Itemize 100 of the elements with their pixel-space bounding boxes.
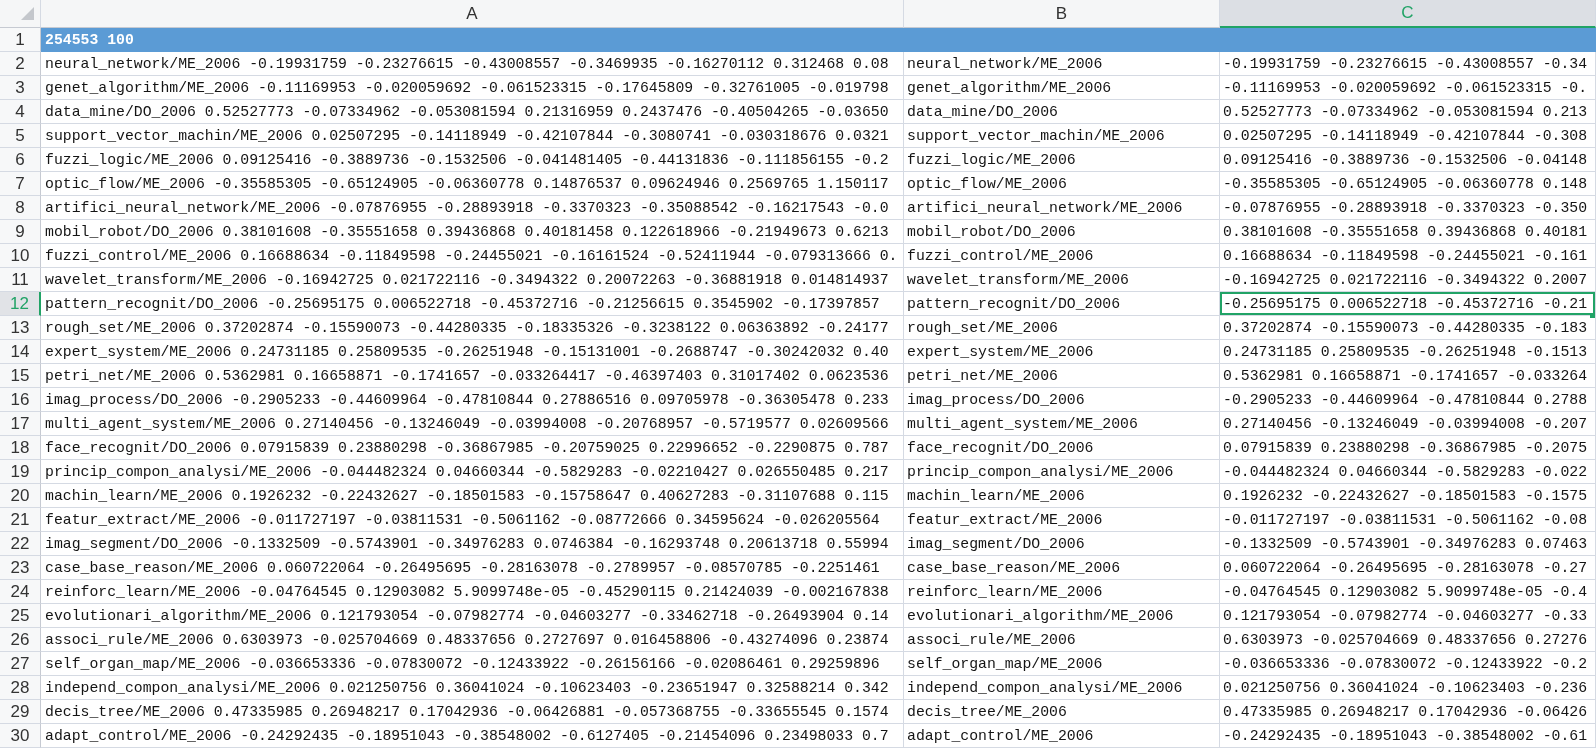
table-cell[interactable]: pattern_recognit/DO_2006 — [904, 292, 1220, 316]
table-cell[interactable]: featur_extract/ME_2006 — [904, 508, 1220, 532]
table-cell[interactable]: adapt_control/ME_2006 — [904, 724, 1220, 748]
table-cell[interactable]: genet_algorithm/ME_2006 — [904, 76, 1220, 100]
table-cell[interactable]: princip_compon_analysi/ME_2006 -0.044482324 0.04660344 -0.5829283 -0.02210427 0.026550485 0.217 — [41, 460, 904, 484]
row-header[interactable]: 5 — [0, 124, 41, 148]
table-cell[interactable]: pattern_recognit/DO_2006 -0.25695175 0.006522718 -0.45372716 -0.21256615 0.3545902 -0.17397857 — [41, 292, 904, 316]
fill-handle[interactable] — [1590, 313, 1595, 318]
table-cell[interactable]: 0.6303973 -0.025704669 0.48337656 0.27276 — [1220, 628, 1596, 652]
row-header[interactable]: 2 — [0, 52, 41, 76]
row-header[interactable]: 27 — [0, 652, 41, 676]
table-cell[interactable]: independ_compon_analysi/ME_2006 — [904, 676, 1220, 700]
table-cell[interactable]: 0.47335985 0.26948217 0.17042936 -0.06426 — [1220, 700, 1596, 724]
table-cell[interactable]: 0.07915839 0.23880298 -0.36867985 -0.2075 — [1220, 436, 1596, 460]
table-cell[interactable]: face_recognit/DO_2006 — [904, 436, 1220, 460]
table-cell[interactable]: 0.37202874 -0.15590073 -0.44280335 -0.183 — [1220, 316, 1596, 340]
table-cell[interactable]: fuzzi_control/ME_2006 0.16688634 -0.11849598 -0.24455021 -0.16161524 -0.52411944 -0.079313666 0. — [41, 244, 904, 268]
table-cell[interactable] — [1220, 28, 1596, 52]
table-cell[interactable]: expert_system/ME_2006 0.24731185 0.25809535 -0.26251948 -0.15131001 -0.2688747 -0.30242032 0.40 — [41, 340, 904, 364]
table-cell[interactable]: evolutionari_algorithm/ME_2006 — [904, 604, 1220, 628]
row-header[interactable]: 21 — [0, 508, 41, 532]
table-cell[interactable]: artifici_neural_network/ME_2006 — [904, 196, 1220, 220]
table-cell[interactable]: data_mine/DO_2006 — [904, 100, 1220, 124]
table-cell[interactable]: wavelet_transform/ME_2006 -0.16942725 0.021722116 -0.3494322 0.20072263 -0.36881918 0.014814937 — [41, 268, 904, 292]
row-header[interactable]: 3 — [0, 76, 41, 100]
table-cell[interactable]: rough_set/ME_2006 0.37202874 -0.15590073 -0.44280335 -0.18335326 -0.3238122 0.06363892 -0.24177 — [41, 316, 904, 340]
row-header[interactable]: 26 — [0, 628, 41, 652]
table-cell[interactable]: machin_learn/ME_2006 0.1926232 -0.22432627 -0.18501583 -0.15758647 0.40627283 -0.31107688 0.115 — [41, 484, 904, 508]
table-cell[interactable]: self_organ_map/ME_2006 — [904, 652, 1220, 676]
row-header[interactable]: 15 — [0, 364, 41, 388]
table-cell[interactable]: -0.2905233 -0.44609964 -0.47810844 0.2788 — [1220, 388, 1596, 412]
table-cell[interactable]: case_base_reason/ME_2006 0.060722064 -0.26495695 -0.28163078 -0.2789957 -0.08570785 -0.2251461 — [41, 556, 904, 580]
table-cell[interactable]: 0.16688634 -0.11849598 -0.24455021 -0.161 — [1220, 244, 1596, 268]
row-header[interactable]: 28 — [0, 676, 41, 700]
table-cell[interactable]: reinforc_learn/ME_2006 -0.04764545 0.12903082 5.9099748e-05 -0.45290115 0.21424039 -0.002167838 — [41, 580, 904, 604]
table-cell[interactable]: -0.19931759 -0.23276615 -0.43008557 -0.34 — [1220, 52, 1596, 76]
row-header[interactable]: 6 — [0, 148, 41, 172]
table-cell[interactable]: support_vector_machin/ME_2006 — [904, 124, 1220, 148]
table-cell[interactable]: optic_flow/ME_2006 — [904, 172, 1220, 196]
row-header[interactable]: 1 — [0, 28, 41, 52]
table-cell[interactable]: -0.24292435 -0.18951043 -0.38548002 -0.61 — [1220, 724, 1596, 748]
row-header[interactable]: 16 — [0, 388, 41, 412]
row-header[interactable]: 10 — [0, 244, 41, 268]
row-header[interactable]: 9 — [0, 220, 41, 244]
table-cell[interactable]: imag_segment/DO_2006 -0.1332509 -0.5743901 -0.34976283 0.0746384 -0.16293748 0.20613718 0.55994 — [41, 532, 904, 556]
table-cell[interactable]: fuzzi_logic/ME_2006 0.09125416 -0.3889736 -0.1532506 -0.041481405 -0.44131836 -0.111856155 -0.2 — [41, 148, 904, 172]
row-header[interactable]: 8 — [0, 196, 41, 220]
row-header[interactable]: 24 — [0, 580, 41, 604]
row-header[interactable]: 4 — [0, 100, 41, 124]
table-cell[interactable]: imag_segment/DO_2006 — [904, 532, 1220, 556]
table-cell[interactable]: mobil_robot/DO_2006 0.38101608 -0.35551658 0.39436868 0.40181458 0.122618966 -0.21949673 0.6213 — [41, 220, 904, 244]
table-cell[interactable]: fuzzi_logic/ME_2006 — [904, 148, 1220, 172]
row-header[interactable]: 18 — [0, 436, 41, 460]
table-cell[interactable]: 0.38101608 -0.35551658 0.39436868 0.40181 — [1220, 220, 1596, 244]
table-cell[interactable]: featur_extract/ME_2006 -0.011727197 -0.03811531 -0.5061162 -0.08772666 0.34595624 -0.026205564 — [41, 508, 904, 532]
table-cell[interactable]: multi_agent_system/ME_2006 0.27140456 -0.13246049 -0.03994008 -0.20768957 -0.5719577 0.02609566 — [41, 412, 904, 436]
column-header[interactable]: B — [904, 0, 1220, 28]
table-cell[interactable]: princip_compon_analysi/ME_2006 — [904, 460, 1220, 484]
column-header[interactable]: A — [41, 0, 904, 28]
row-header[interactable]: 22 — [0, 532, 41, 556]
table-cell[interactable]: case_base_reason/ME_2006 — [904, 556, 1220, 580]
row-header[interactable]: 23 — [0, 556, 41, 580]
table-cell[interactable]: neural_network/ME_2006 -0.19931759 -0.23276615 -0.43008557 -0.3469935 -0.16270112 0.312468 0.08 — [41, 52, 904, 76]
table-cell[interactable]: 0.1926232 -0.22432627 -0.18501583 -0.1575 — [1220, 484, 1596, 508]
table-cell[interactable]: decis_tree/ME_2006 — [904, 700, 1220, 724]
selected-cell[interactable]: -0.25695175 0.006522718 -0.45372716 -0.21 — [1220, 292, 1596, 316]
table-cell[interactable]: -0.011727197 -0.03811531 -0.5061162 -0.08 — [1220, 508, 1596, 532]
table-cell[interactable]: wavelet_transform/ME_2006 — [904, 268, 1220, 292]
row-header[interactable]: 30 — [0, 724, 41, 748]
table-cell[interactable]: 0.121793054 -0.07982774 -0.04603277 -0.33 — [1220, 604, 1596, 628]
table-cell[interactable]: 0.52527773 -0.07334962 -0.053081594 0.213 — [1220, 100, 1596, 124]
table-cell[interactable]: associ_rule/ME_2006 0.6303973 -0.025704669 0.48337656 0.2727697 0.016458806 -0.43274096 0.23874 — [41, 628, 904, 652]
table-cell[interactable]: petri_net/ME_2006 — [904, 364, 1220, 388]
table-cell[interactable]: machin_learn/ME_2006 — [904, 484, 1220, 508]
table-cell[interactable]: -0.036653336 -0.07830072 -0.12433922 -0.2 — [1220, 652, 1596, 676]
table-cell[interactable]: artifici_neural_network/ME_2006 -0.07876955 -0.28893918 -0.3370323 -0.35088542 -0.16217543 -0.0 — [41, 196, 904, 220]
table-cell[interactable]: face_recognit/DO_2006 0.07915839 0.23880298 -0.36867985 -0.20759025 0.22996652 -0.2290875 0.787 — [41, 436, 904, 460]
table-cell[interactable]: adapt_control/ME_2006 -0.24292435 -0.18951043 -0.38548002 -0.6127405 -0.21454096 0.23498033 0.7 — [41, 724, 904, 748]
table-cell[interactable]: 0.02507295 -0.14118949 -0.42107844 -0.308 — [1220, 124, 1596, 148]
table-cell[interactable]: imag_process/DO_2006 -0.2905233 -0.44609964 -0.47810844 0.27886516 0.09705978 -0.36305478 0.233 — [41, 388, 904, 412]
table-cell[interactable]: support_vector_machin/ME_2006 0.02507295 -0.14118949 -0.42107844 -0.3080741 -0.030318676 0.0321 — [41, 124, 904, 148]
table-cell[interactable]: fuzzi_control/ME_2006 — [904, 244, 1220, 268]
row-header[interactable]: 25 — [0, 604, 41, 628]
table-cell[interactable]: 0.021250756 0.36041024 -0.10623403 -0.236 — [1220, 676, 1596, 700]
table-cell[interactable]: -0.16942725 0.021722116 -0.3494322 0.2007 — [1220, 268, 1596, 292]
table-cell[interactable]: associ_rule/ME_2006 — [904, 628, 1220, 652]
table-cell[interactable]: -0.1332509 -0.5743901 -0.34976283 0.07463 — [1220, 532, 1596, 556]
table-cell[interactable]: 0.09125416 -0.3889736 -0.1532506 -0.04148 — [1220, 148, 1596, 172]
table-cell[interactable]: -0.04764545 0.12903082 5.9099748e-05 -0.4 — [1220, 580, 1596, 604]
table-cell[interactable]: evolutionari_algorithm/ME_2006 0.121793054 -0.07982774 -0.04603277 -0.33462718 -0.26493904 0.14 — [41, 604, 904, 628]
table-cell[interactable]: multi_agent_system/ME_2006 — [904, 412, 1220, 436]
table-cell[interactable]: independ_compon_analysi/ME_2006 0.021250756 0.36041024 -0.10623403 -0.23651947 0.32588214 0.342 — [41, 676, 904, 700]
table-cell[interactable]: -0.11169953 -0.020059692 -0.061523315 -0. — [1220, 76, 1596, 100]
table-cell[interactable]: -0.35585305 -0.65124905 -0.06360778 0.148 — [1220, 172, 1596, 196]
row-header[interactable]: 20 — [0, 484, 41, 508]
table-cell[interactable]: reinforc_learn/ME_2006 — [904, 580, 1220, 604]
table-cell[interactable]: genet_algorithm/ME_2006 -0.11169953 -0.020059692 -0.061523315 -0.17645809 -0.32761005 -0.019798 — [41, 76, 904, 100]
table-cell[interactable]: -0.07876955 -0.28893918 -0.3370323 -0.350 — [1220, 196, 1596, 220]
table-cell[interactable]: 0.27140456 -0.13246049 -0.03994008 -0.207 — [1220, 412, 1596, 436]
table-cell[interactable]: imag_process/DO_2006 — [904, 388, 1220, 412]
